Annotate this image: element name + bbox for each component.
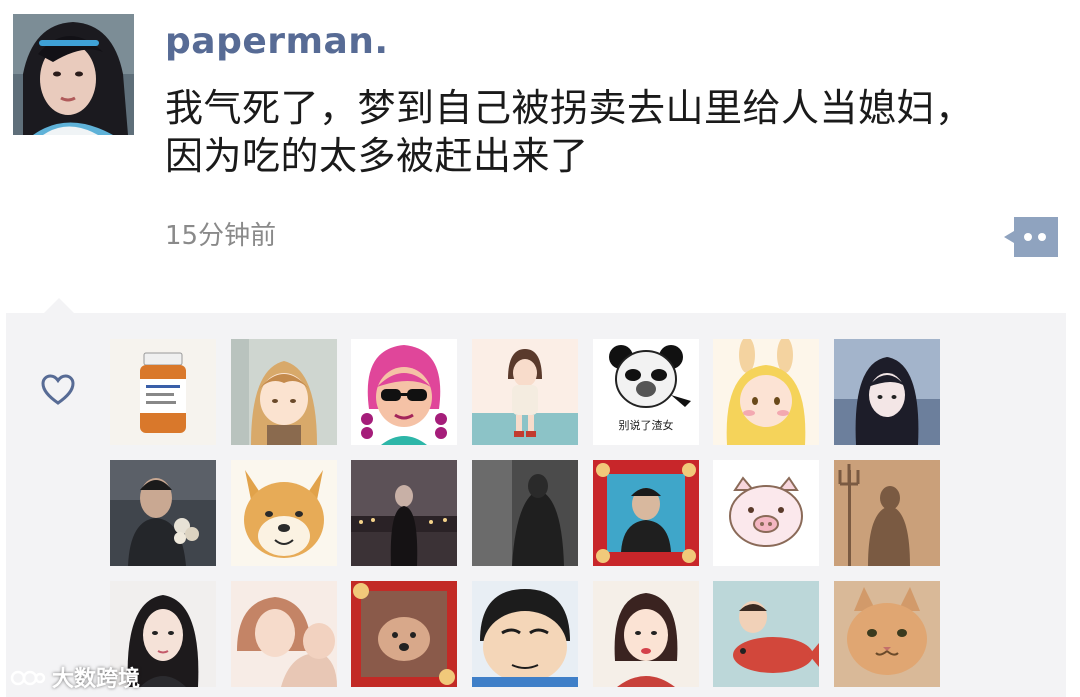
liker-red-frame-photo[interactable] [593, 460, 699, 566]
watermark: 大数跨境 [10, 660, 140, 694]
panda-meme-caption: 别说了渣女 [618, 419, 674, 432]
liker-shiba-dog[interactable] [231, 460, 337, 566]
liker-doll-girl[interactable] [472, 339, 578, 445]
liker-red-dog-frame[interactable] [351, 581, 457, 687]
liker-pink-braids-sunglasses[interactable] [351, 339, 457, 445]
heart-outline-icon [40, 372, 76, 408]
liker-anime-girl-bangs[interactable] [231, 339, 337, 445]
post-text: 我气死了，梦到自己被拐卖去山里给人当媳妇， 因为吃的太多被赶出来了 [165, 84, 1070, 180]
liker-cat[interactable] [834, 581, 940, 687]
liker-pill-bottle[interactable] [110, 339, 216, 445]
post-time: 15分钟前 [165, 221, 277, 251]
liker-bob-hair-girl[interactable] [593, 581, 699, 687]
liker-panda-meme[interactable]: 别说了渣女 [593, 339, 699, 445]
liker-bunny-ears-girl[interactable] [713, 339, 819, 445]
comment-dots-icon [1004, 217, 1058, 257]
username[interactable]: paperman. [165, 18, 389, 66]
post-text-line: 因为吃的太多被赶出来了 [165, 134, 589, 178]
liker-kid-fish[interactable] [713, 581, 819, 687]
liker-dark-room[interactable] [472, 460, 578, 566]
likes-panel-arrow [44, 298, 74, 313]
watermark-text: 大数跨境 [52, 667, 141, 692]
moments-post: paperman. 我气死了，梦到自己被拐卖去山里给人当媳妇， 因为吃的太多被赶… [0, 0, 1080, 697]
comment-button[interactable] [1004, 217, 1058, 257]
liker-sketch-couple[interactable] [231, 581, 337, 687]
liker-pig-face[interactable] [713, 460, 819, 566]
liker-cartoon-boy[interactable] [472, 581, 578, 687]
liker-dark-anime-girl[interactable] [834, 339, 940, 445]
liker-man-flowers[interactable] [110, 460, 216, 566]
avatar[interactable] [13, 14, 134, 135]
liker-city-night[interactable] [351, 460, 457, 566]
post-text-line: 我气死了，梦到自己被拐卖去山里给人当媳妇， [165, 86, 974, 130]
brand-logo-icon [10, 670, 46, 686]
liker-shadow-trident[interactable] [834, 460, 940, 566]
